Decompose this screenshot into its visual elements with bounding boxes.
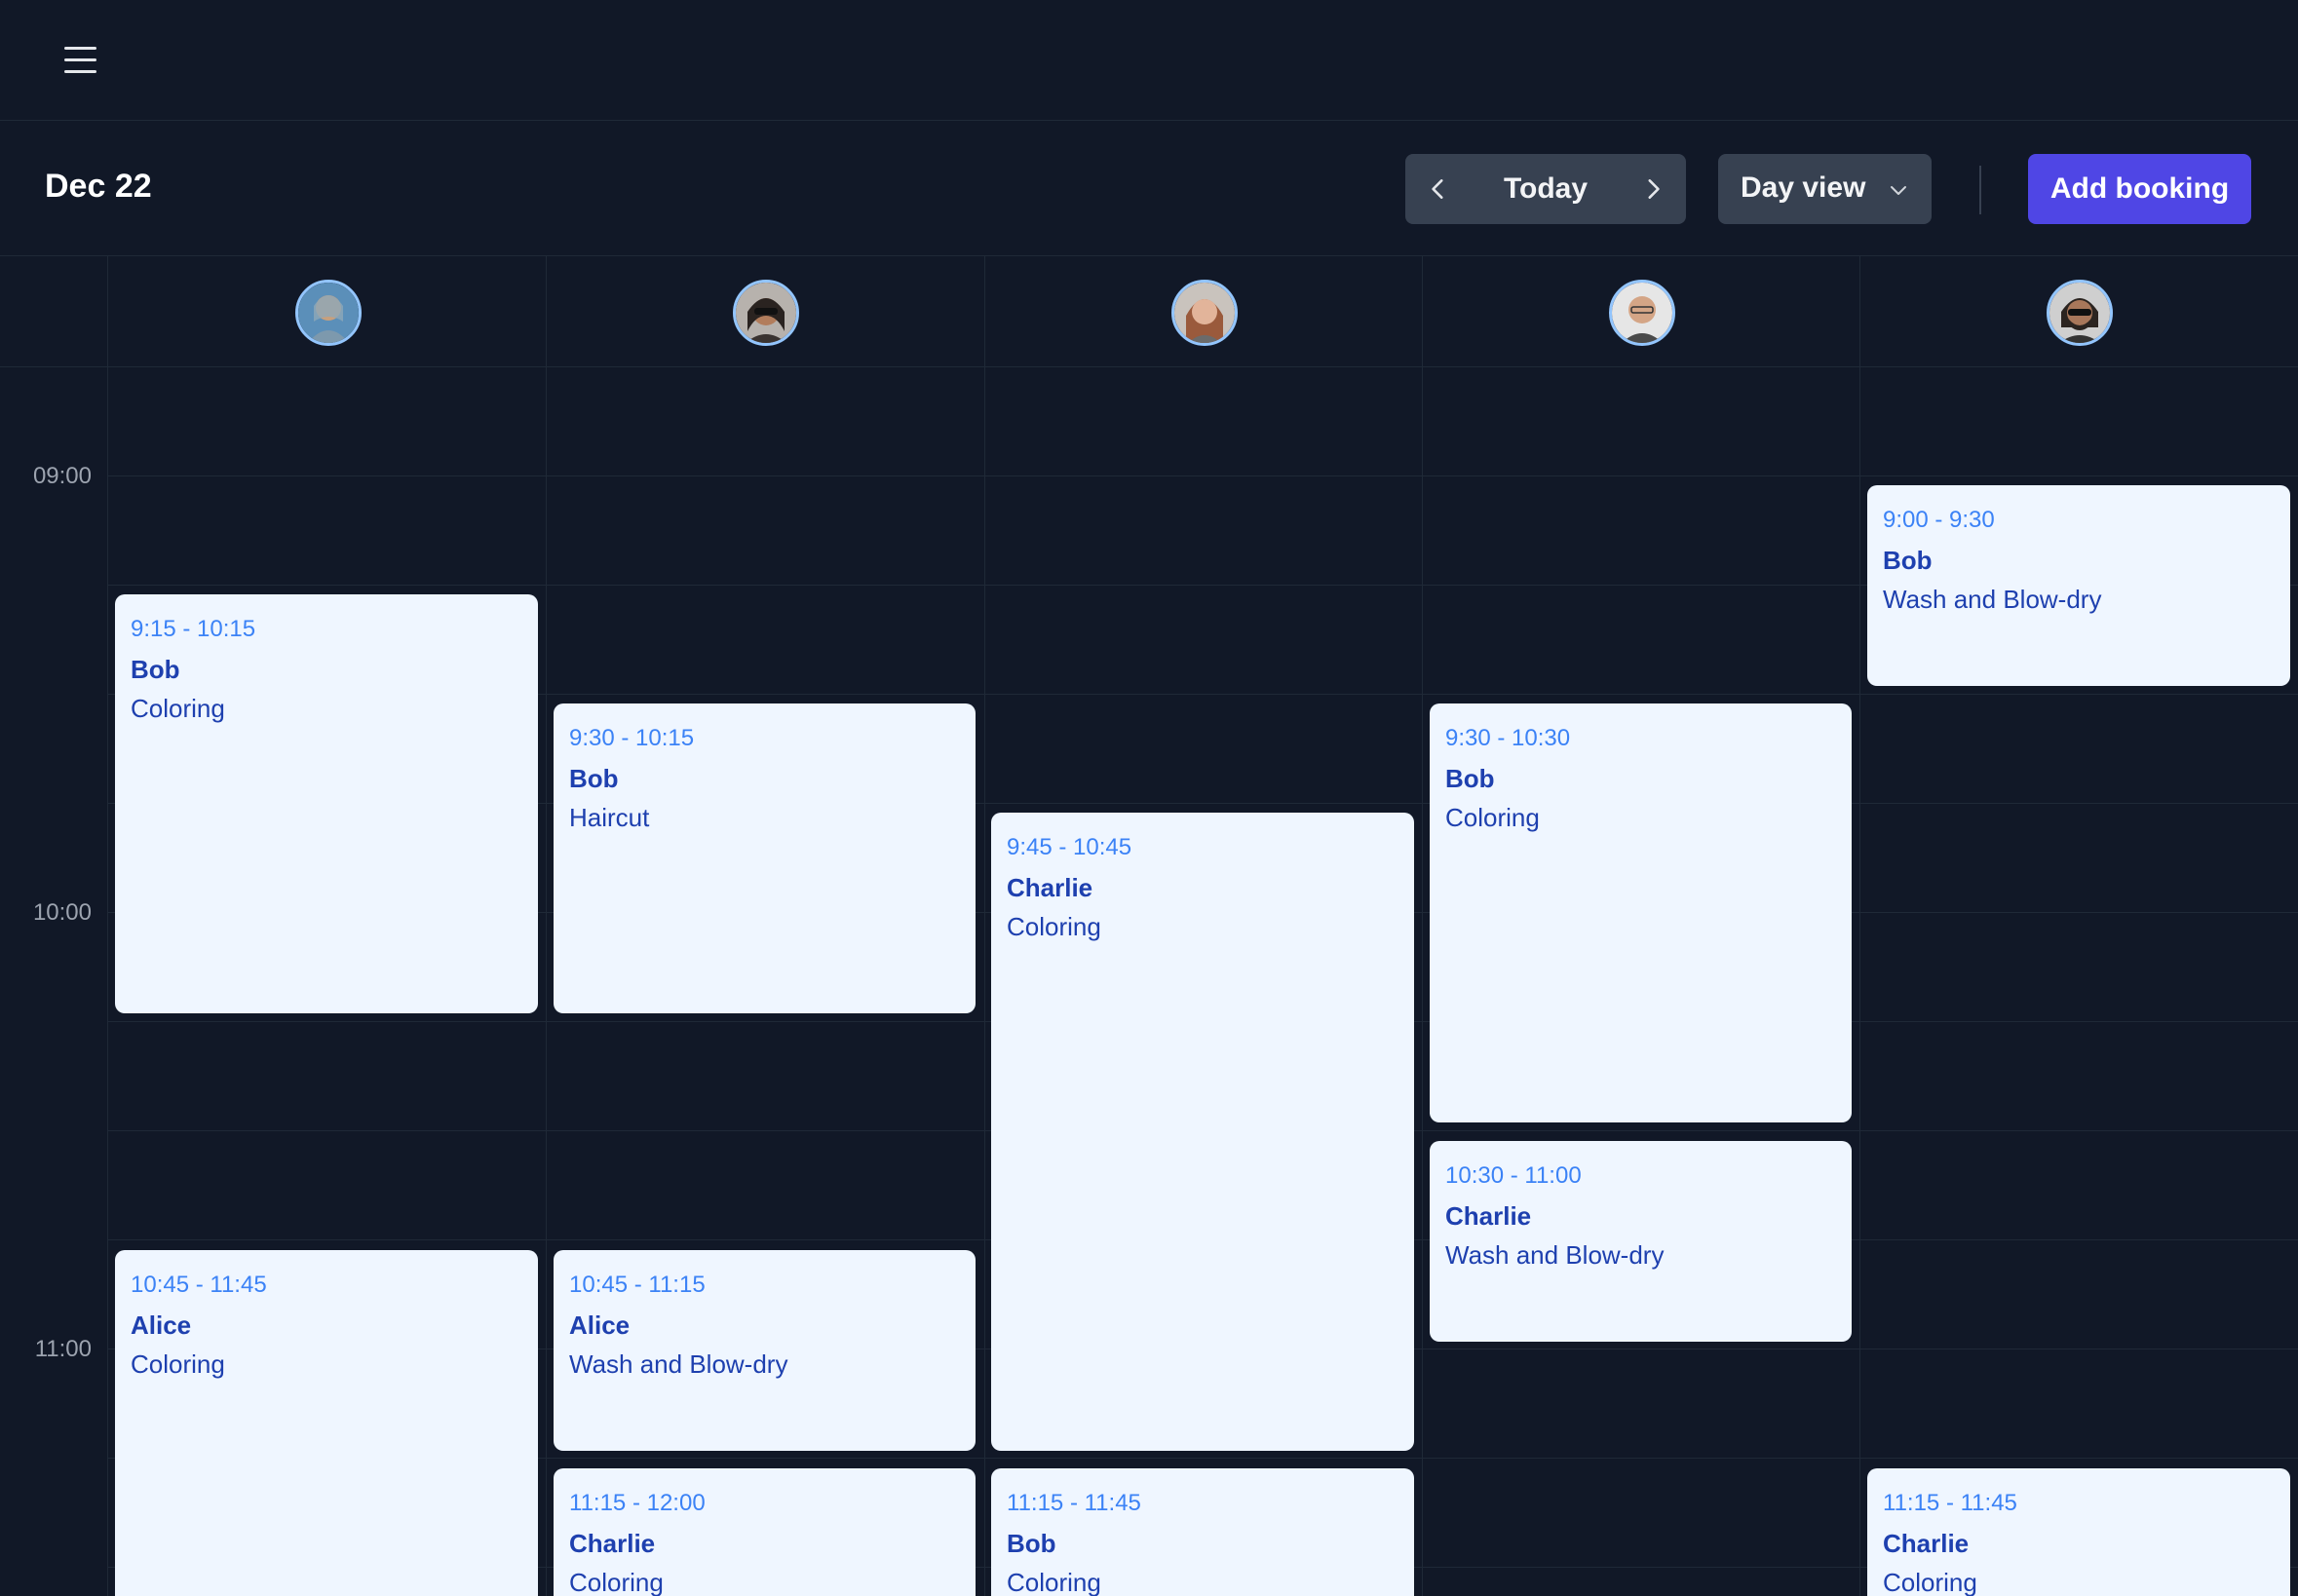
booking-client: Bob xyxy=(131,655,180,684)
calendar-toolbar: Dec 22 Today Day view Add booking xyxy=(0,121,2298,256)
time-label: 09:00 xyxy=(32,463,92,489)
next-day-button[interactable] xyxy=(1620,154,1686,224)
staff-avatar-4[interactable] xyxy=(1609,280,1675,346)
staff-avatar-icon xyxy=(1612,283,1672,343)
booking-service: Wash and Blow-dry xyxy=(1445,1240,1665,1270)
day-schedule-grid: 09:00 10:00 11:00 9:15 - 10:15 Bob Color… xyxy=(0,256,2298,1596)
booking-client: Charlie xyxy=(569,1529,656,1558)
toolbar-divider xyxy=(1979,166,1981,214)
booking-card[interactable]: 10:45 - 11:15 Alice Wash and Blow-dry xyxy=(554,1250,976,1451)
column-divider xyxy=(1422,256,1423,1596)
booking-card[interactable]: 9:30 - 10:30 Bob Coloring xyxy=(1430,703,1852,1122)
staff-avatar-1[interactable] xyxy=(295,280,362,346)
top-bar xyxy=(0,0,2298,121)
today-button[interactable]: Today xyxy=(1472,154,1620,224)
column-divider xyxy=(546,256,547,1596)
view-select[interactable]: Day view xyxy=(1718,154,1932,224)
booking-time: 9:30 - 10:30 xyxy=(1445,725,1571,751)
booking-service: Coloring xyxy=(1445,803,1540,832)
booking-time: 9:00 - 9:30 xyxy=(1883,507,1995,533)
column-divider xyxy=(1859,256,1860,1596)
booking-time: 10:30 - 11:00 xyxy=(1445,1162,1582,1189)
booking-client: Charlie xyxy=(1445,1201,1532,1231)
booking-client: Bob xyxy=(569,764,619,793)
booking-client: Charlie xyxy=(1883,1529,1970,1558)
booking-card[interactable]: 11:15 - 12:00 Charlie Coloring xyxy=(554,1468,976,1596)
date-navigation: Today xyxy=(1405,154,1686,224)
booking-service: Coloring xyxy=(1007,1568,1101,1596)
booking-client: Bob xyxy=(1007,1529,1056,1558)
staff-avatar-3[interactable] xyxy=(1171,280,1238,346)
booking-card[interactable]: 10:45 - 11:45 Alice Coloring xyxy=(115,1250,538,1596)
booking-service: Wash and Blow-dry xyxy=(1883,585,2102,614)
chevron-left-icon xyxy=(1432,179,1443,199)
booking-card[interactable]: 9:30 - 10:15 Bob Haircut xyxy=(554,703,976,1013)
booking-card[interactable]: 11:15 - 11:45 Bob Coloring xyxy=(991,1468,1414,1596)
time-label: 11:00 xyxy=(34,1336,92,1362)
time-label: 10:00 xyxy=(32,899,92,926)
booking-service: Coloring xyxy=(569,1568,664,1596)
booking-service: Coloring xyxy=(131,694,225,723)
add-booking-button[interactable]: Add booking xyxy=(2028,154,2251,224)
booking-time: 9:15 - 10:15 xyxy=(131,616,256,642)
view-select-label: Day view xyxy=(1741,171,1866,204)
booking-service: Coloring xyxy=(1007,912,1101,941)
booking-time: 11:15 - 12:00 xyxy=(569,1490,706,1516)
staff-avatar-icon xyxy=(298,283,359,343)
booking-client: Charlie xyxy=(1007,873,1093,902)
staff-avatar-icon xyxy=(736,283,796,343)
column-divider xyxy=(984,256,985,1596)
booking-client: Alice xyxy=(569,1311,631,1340)
chevron-right-icon xyxy=(1648,179,1660,199)
booking-client: Bob xyxy=(1445,764,1495,793)
previous-day-button[interactable] xyxy=(1405,154,1472,224)
booking-time: 10:45 - 11:45 xyxy=(131,1272,267,1298)
booking-card[interactable]: 9:45 - 10:45 Charlie Coloring xyxy=(991,813,1414,1451)
booking-time: 11:15 - 11:45 xyxy=(1007,1490,1141,1516)
slot-line xyxy=(107,475,2298,476)
staff-avatar-icon xyxy=(2049,283,2110,343)
staff-avatar-5[interactable] xyxy=(2047,280,2113,346)
booking-time: 9:30 - 10:15 xyxy=(569,725,695,751)
booking-card[interactable]: 9:00 - 9:30 Bob Wash and Blow-dry xyxy=(1867,485,2290,686)
booking-client: Bob xyxy=(1883,546,1933,575)
booking-service: Haircut xyxy=(569,803,650,832)
booking-card[interactable]: 11:15 - 11:45 Charlie Coloring xyxy=(1867,1468,2290,1596)
hamburger-menu-icon[interactable] xyxy=(55,39,105,82)
booking-card[interactable]: 9:15 - 10:15 Bob Coloring xyxy=(115,594,538,1013)
chevron-down-icon xyxy=(1891,186,1906,195)
booking-time: 10:45 - 11:15 xyxy=(569,1272,706,1298)
staff-avatar-icon xyxy=(1174,283,1235,343)
booking-service: Wash and Blow-dry xyxy=(569,1349,788,1379)
column-divider xyxy=(107,256,108,1596)
current-date: Dec 22 xyxy=(45,168,152,205)
staff-avatar-2[interactable] xyxy=(733,280,799,346)
booking-client: Alice xyxy=(131,1311,192,1340)
booking-time: 9:45 - 10:45 xyxy=(1007,834,1132,860)
booking-service: Coloring xyxy=(131,1349,225,1379)
booking-time: 11:15 - 11:45 xyxy=(1883,1490,2017,1516)
booking-service: Coloring xyxy=(1883,1568,1977,1596)
booking-card[interactable]: 10:30 - 11:00 Charlie Wash and Blow-dry xyxy=(1430,1141,1852,1342)
